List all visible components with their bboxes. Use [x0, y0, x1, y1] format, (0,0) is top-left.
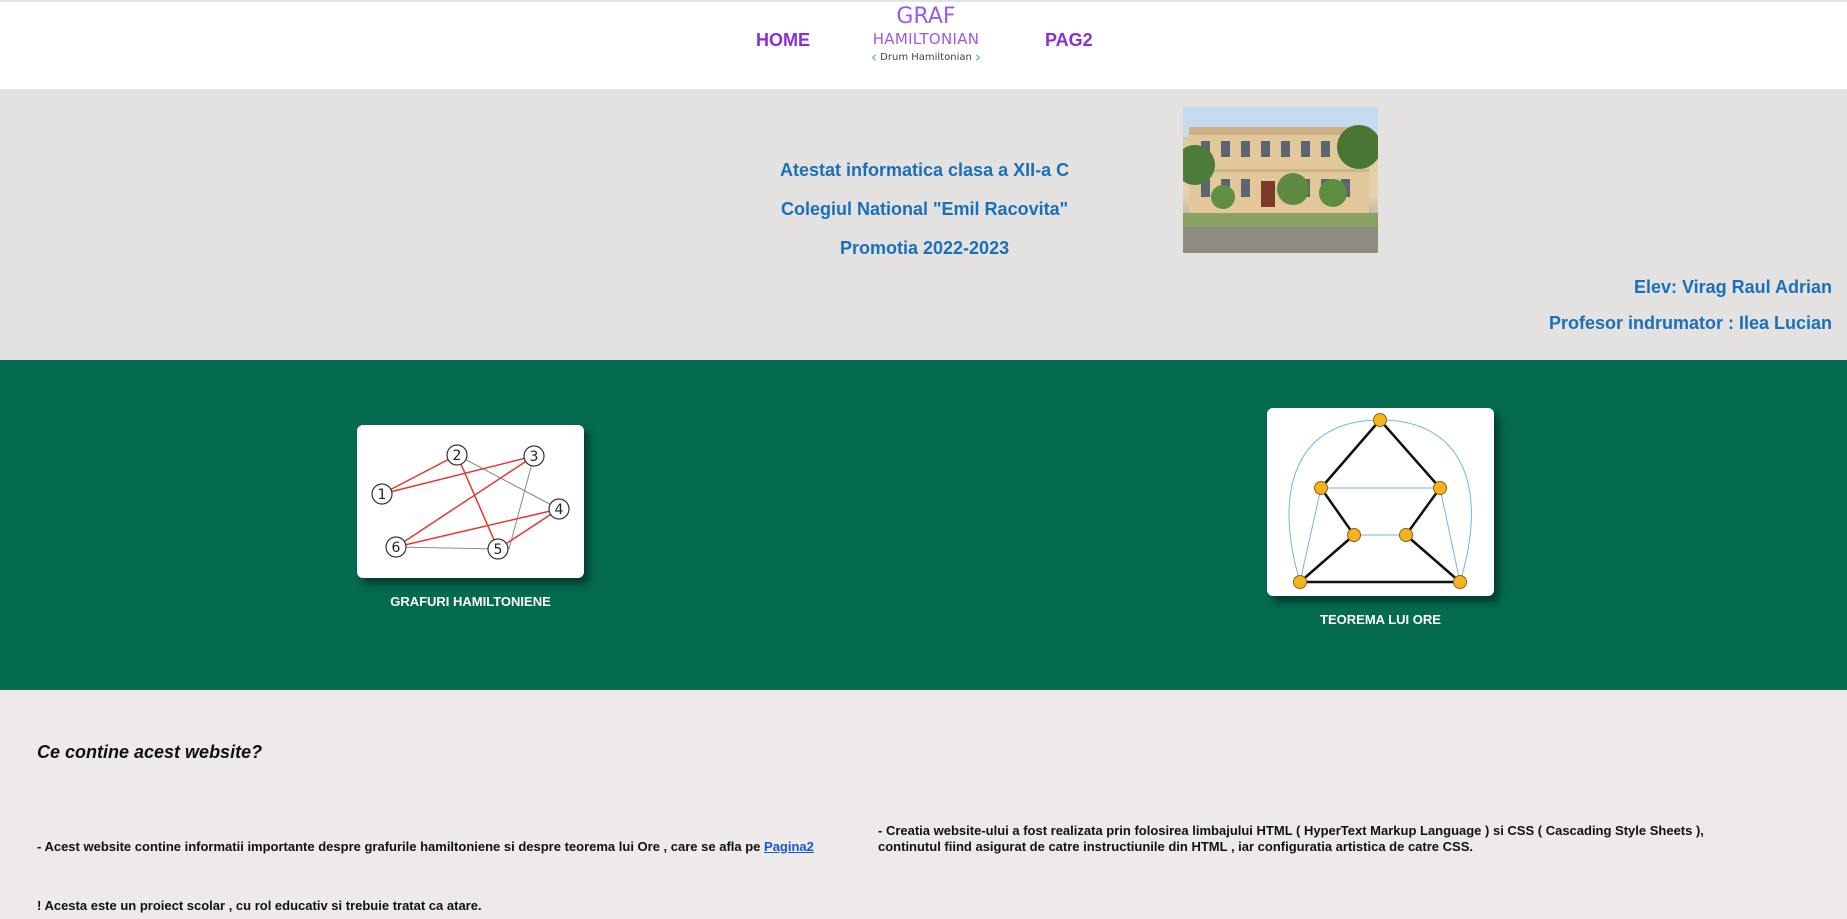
content-paragraph-right-line1: - Creatia website-ului a fost realizata … [878, 823, 1704, 838]
graph-node-label: 2 [453, 448, 462, 464]
chevron-right-icon: › [975, 48, 981, 66]
hamiltonian-graph-diagram: 1 2 3 4 5 6 [371, 444, 570, 560]
chevron-left-icon: ‹ [870, 48, 877, 66]
pagina2-link[interactable]: Pagina2 [764, 839, 814, 854]
logo-title: GRAF [896, 4, 956, 29]
hero-title: Atestat informatica clasa a XII-a C [780, 160, 1070, 180]
hero-teacher: Profesor indrumator : Ilea Lucian [1548, 313, 1832, 333]
logo-subtitle: HAMILTONIAN [872, 30, 980, 48]
ore-theorem-card[interactable] [1267, 408, 1494, 596]
hero-promotion: Promotia 2022-2023 [840, 238, 1010, 258]
graph-node-label: 5 [494, 542, 503, 558]
hamiltonian-graphs-caption[interactable]: GRAFURI HAMILTONIENE [357, 594, 584, 609]
content-question: Ce contine acest website? [37, 742, 263, 762]
content-paragraph-right-line2: continutul fiind asigurat de catre instr… [878, 839, 1473, 854]
nav-pag2-link[interactable]: PAG2 [1045, 30, 1093, 51]
nav-home-link[interactable]: HOME [756, 30, 810, 51]
feature-band [0, 360, 1847, 690]
top-navbar: HOME GRAF HAMILTONIAN ‹ Drum Hamiltonian… [0, 0, 1847, 89]
hero-section: Atestat informatica clasa a XII-a C Cole… [0, 89, 1847, 360]
ore-theorem-diagram [1288, 413, 1472, 589]
content-section: Ce contine acest website? - Acest websit… [0, 690, 1847, 919]
graph-node-label: 3 [530, 449, 539, 465]
logo-tagline-text: Drum Hamiltonian [880, 52, 972, 63]
hamiltonian-graphs-card[interactable]: 1 2 3 4 5 6 [357, 425, 584, 578]
logo-tagline: ‹ Drum Hamiltonian › [866, 50, 986, 65]
content-note: ! Acesta este un proiect scolar , cu rol… [37, 898, 482, 913]
content-paragraph-left-text: - Acest website contine informatii impor… [37, 839, 761, 854]
content-paragraph-left: - Acest website contine informatii impor… [37, 839, 814, 854]
ore-theorem-caption[interactable]: TEOREMA LUI ORE [1267, 612, 1494, 627]
graph-node-label: 6 [392, 540, 401, 556]
school-photo [1183, 107, 1378, 253]
hero-student: Elev: Virag Raul Adrian [1633, 277, 1832, 297]
hero-school: Colegiul National "Emil Racovita" [781, 199, 1069, 219]
site-logo[interactable]: GRAF HAMILTONIAN ‹ Drum Hamiltonian › [866, 4, 986, 70]
graph-node-label: 1 [378, 487, 387, 503]
graph-node-label: 4 [555, 502, 564, 518]
